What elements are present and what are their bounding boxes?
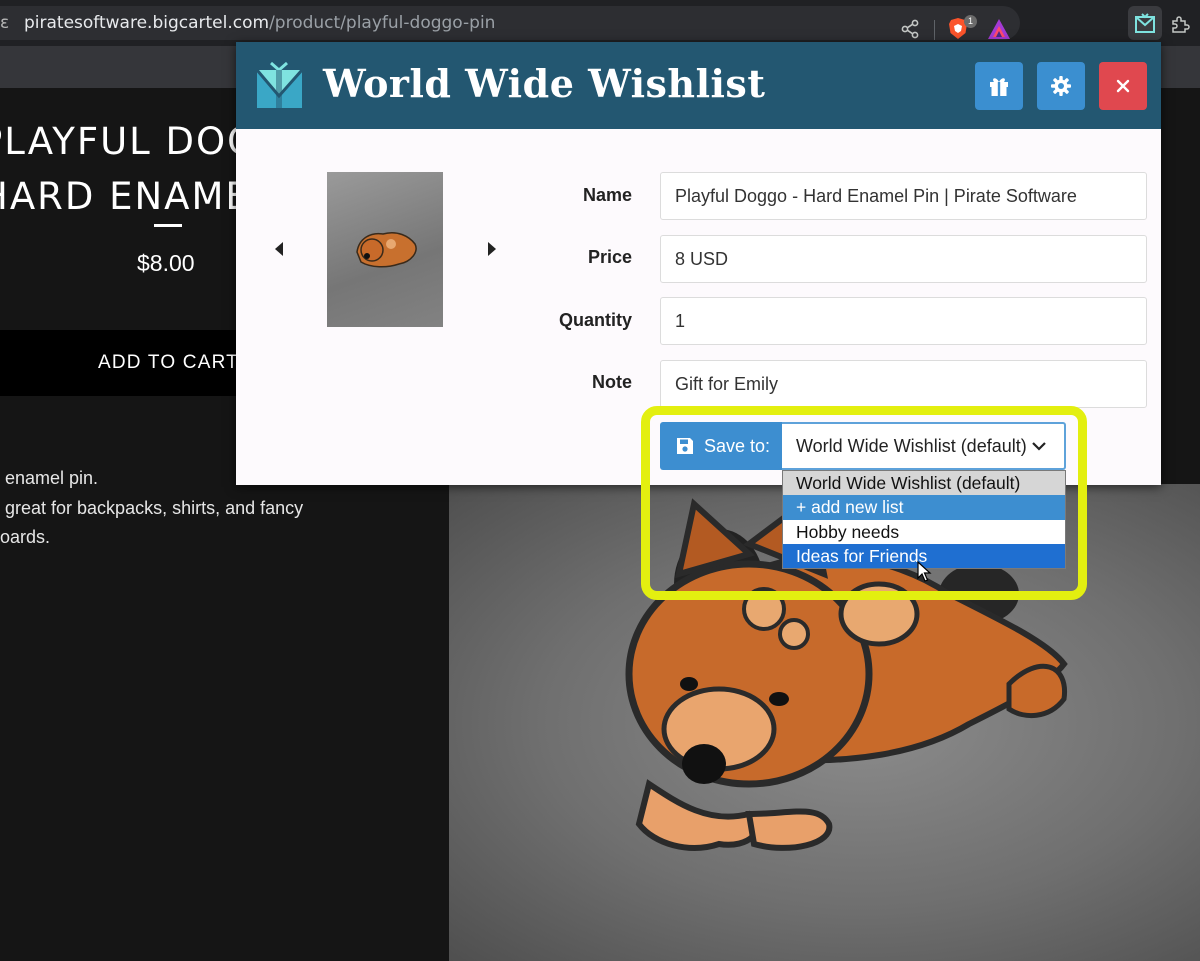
- chevron-down-icon: [1032, 442, 1046, 451]
- save-button-label: Save to:: [704, 435, 771, 456]
- title-divider: [154, 224, 182, 227]
- brave-rewards-icon[interactable]: [987, 18, 1011, 40]
- quantity-label: Quantity: [558, 310, 632, 330]
- url-host: piratesoftware.bigcartel.com: [24, 13, 270, 33]
- price-field[interactable]: [660, 235, 1147, 283]
- wishlist-logo-icon: [255, 61, 304, 108]
- shield-badge-count: 1: [964, 15, 977, 28]
- quantity-field[interactable]: [660, 297, 1147, 345]
- url-text[interactable]: piratesoftware.bigcartel.com/product/pla…: [24, 13, 495, 33]
- gift-icon: [990, 78, 1008, 96]
- popup-header: World Wide Wishlist: [236, 42, 1161, 129]
- close-icon: [1116, 79, 1130, 93]
- mouse-cursor-icon: [917, 561, 932, 582]
- name-label: Name: [582, 185, 632, 205]
- note-label: Note: [592, 372, 632, 392]
- save-button[interactable]: Save to:: [660, 422, 782, 470]
- list-option-hobby-needs[interactable]: Hobby needs: [783, 520, 1065, 544]
- url-divider: [934, 20, 935, 40]
- gift-button[interactable]: [975, 62, 1023, 110]
- wishlist-popup: World Wide Wishlist Name Playful Doggo -…: [236, 42, 1161, 485]
- floppy-disk-icon: [677, 438, 693, 454]
- list-select[interactable]: World Wide Wishlist (default): [782, 422, 1066, 470]
- thumbnail-pin-illustration: [356, 232, 417, 268]
- close-button[interactable]: [1099, 62, 1147, 110]
- product-thumbnail: [327, 172, 443, 327]
- browser-toolbar: ε piratesoftware.bigcartel.com/product/p…: [0, 0, 1200, 46]
- list-dropdown: World Wide Wishlist (default) + add new …: [782, 470, 1066, 569]
- product-price: $8.00: [137, 250, 195, 276]
- list-option-default[interactable]: World Wide Wishlist (default): [783, 471, 1065, 496]
- gear-icon: [1051, 76, 1071, 96]
- note-field[interactable]: [660, 360, 1147, 408]
- price-label: Price: [587, 247, 632, 267]
- list-select-value: World Wide Wishlist (default): [796, 436, 1027, 456]
- settings-button[interactable]: [1037, 62, 1085, 110]
- address-bar[interactable]: ε piratesoftware.bigcartel.com/product/p…: [0, 6, 1020, 40]
- popup-title: World Wide Wishlist: [323, 61, 766, 106]
- name-field[interactable]: [660, 172, 1147, 220]
- list-option-add-new[interactable]: + add new list: [783, 495, 1065, 520]
- carousel-prev-icon[interactable]: [274, 242, 284, 256]
- share-icon[interactable]: [900, 19, 920, 39]
- url-path: /product/playful-doggo-pin: [269, 13, 496, 33]
- puzzle-icon[interactable]: [1170, 14, 1190, 34]
- add-to-cart-button[interactable]: ADD TO CART: [0, 330, 260, 396]
- site-info-icon[interactable]: ε: [0, 13, 9, 33]
- wishlist-extension-icon[interactable]: [1134, 12, 1156, 34]
